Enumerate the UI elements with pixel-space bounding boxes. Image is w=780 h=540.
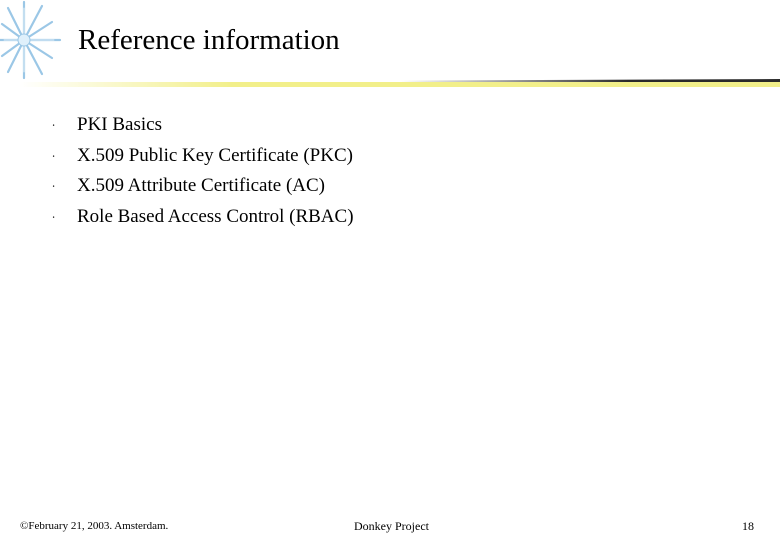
bullet-text: PKI Basics: [77, 114, 162, 136]
bullet-text: X.509 Attribute Certificate (AC): [77, 175, 325, 197]
bullet-item-ac: ∙ X.509 Attribute Certificate (AC): [52, 171, 354, 202]
bullet-text: Role Based Access Control (RBAC): [77, 205, 354, 227]
page-number: 18: [742, 519, 754, 533]
bullet-text: X.509 Public Key Certificate (PKC): [77, 144, 353, 166]
slide: Reference information ∙ PKI Basics ∙ X.5…: [0, 0, 780, 540]
bullet-item-rbac: ∙ Role Based Access Control (RBAC): [52, 202, 354, 233]
circle-bullet-icon: ∙: [52, 209, 55, 224]
circle-bullet-icon: ∙: [52, 179, 55, 194]
slide-title: Reference information: [78, 24, 340, 56]
bullet-item-pkc: ∙ X.509 Public Key Certificate (PKC): [52, 141, 354, 172]
starburst-logo-icon: [0, 0, 62, 80]
circle-bullet-icon: ∙: [52, 148, 55, 163]
title-underline-rule: [20, 79, 780, 87]
footer-date: ©February 21, 2003. Amsterdam.: [20, 520, 169, 532]
bullet-list: ∙ PKI Basics ∙ X.509 Public Key Certific…: [52, 110, 354, 232]
circle-bullet-icon: ∙: [52, 118, 55, 133]
bullet-item-pki-basics: ∙ PKI Basics: [52, 110, 354, 141]
footer-project: Donkey Project: [354, 519, 429, 533]
